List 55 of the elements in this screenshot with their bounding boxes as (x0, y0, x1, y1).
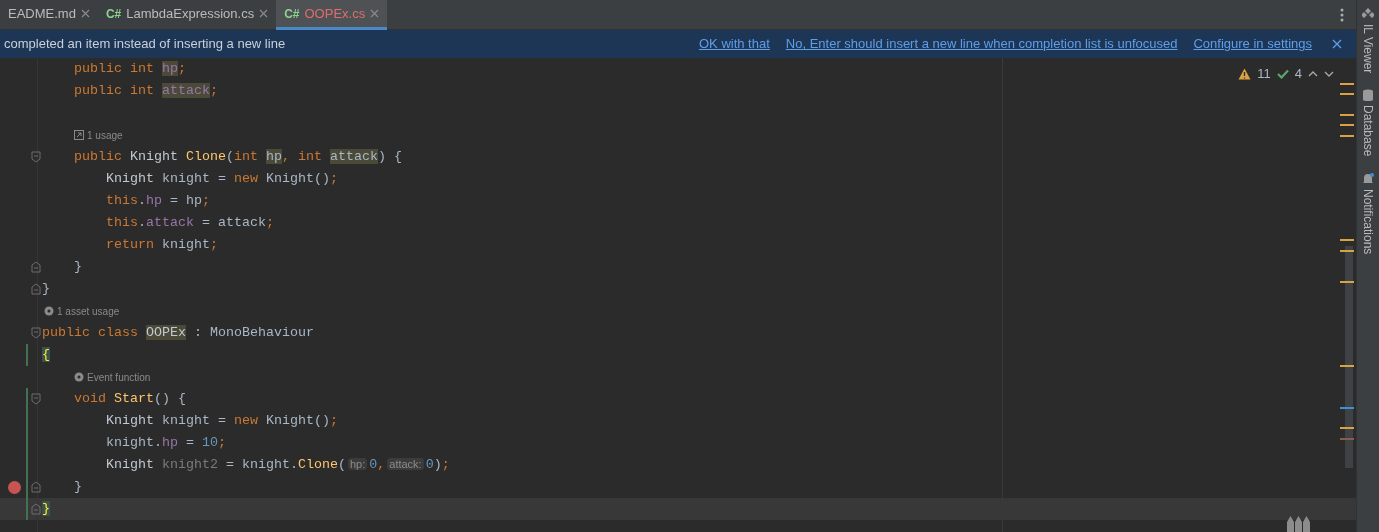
bell-icon (1362, 172, 1374, 185)
code-line: this.hp = hp; (105, 192, 210, 210)
close-icon[interactable] (259, 9, 269, 18)
code-line: Knight knight = new Knight(); (105, 412, 338, 430)
close-icon[interactable] (1332, 39, 1342, 49)
pencils-icon[interactable] (1286, 516, 1312, 532)
tool-window-button[interactable]: Notifications (1359, 172, 1377, 255)
banner-link[interactable]: Configure in settings (1193, 34, 1312, 54)
code-line: } (42, 280, 50, 298)
diamonds-icon (1362, 8, 1374, 20)
banner-message: completed an item instead of inserting a new line (3, 35, 286, 54)
code-line: this.attack = attack; (105, 214, 274, 232)
code-line: knight.hp = 10; (105, 434, 226, 452)
csharp-file-icon: C# (284, 4, 300, 23)
chevron-down-icon[interactable] (1324, 70, 1334, 77)
editor-tab[interactable]: C# LambdaExpression.cs (97, 0, 277, 30)
unity-icon (44, 306, 54, 316)
check-icon[interactable] (1276, 68, 1289, 79)
editor-tab[interactable]: C# OOPEx.cs (276, 0, 388, 30)
fold-icon[interactable] (31, 261, 41, 273)
code-line: Knight knight = new Knight(); (105, 170, 338, 188)
banner-link[interactable]: OK with that (699, 34, 770, 54)
code-line: } (73, 258, 82, 276)
chevron-up-icon[interactable] (1308, 70, 1318, 77)
fold-icon[interactable] (31, 503, 41, 515)
code-line: public int hp; (73, 60, 186, 78)
close-icon[interactable] (80, 9, 90, 18)
code-vision-hint[interactable]: Event function (87, 369, 151, 385)
fold-icon[interactable] (31, 151, 41, 163)
fold-icon[interactable] (31, 327, 41, 339)
banner-link[interactable]: No, Enter should insert a new line when completion list is unfocused (785, 34, 1178, 54)
fold-icon[interactable] (31, 283, 41, 295)
warning-count[interactable]: 11 (1257, 64, 1271, 84)
breakpoint-icon[interactable] (8, 481, 21, 494)
usages-icon[interactable] (74, 130, 84, 140)
code-line: public Knight Clone(int hp, int attack) { (73, 148, 402, 166)
code-line: Knight knight2 = knight.Clone( hp: 0, attack: 0); (105, 456, 450, 474)
passed-count[interactable]: 4 (1294, 64, 1302, 84)
code-line: } (73, 478, 82, 496)
tool-window-button[interactable]: IL Viewer (1359, 8, 1377, 74)
tool-window-button[interactable]: Database (1359, 89, 1377, 157)
code-line: void Start() { (73, 390, 186, 408)
code-vision-hint[interactable]: 1 usage (87, 127, 123, 143)
warning-icon[interactable] (1238, 67, 1252, 80)
fold-icon[interactable] (31, 481, 41, 493)
editor-tab[interactable]: EADME.md (0, 0, 98, 30)
code-line: public class OOPEx : MonoBehaviour (42, 324, 314, 342)
fold-icon[interactable] (31, 393, 41, 405)
code-line: public int attack; (73, 82, 218, 100)
more-icon[interactable] (1340, 8, 1344, 22)
unity-icon (74, 372, 84, 382)
code-vision-hint[interactable]: 1 asset usage (57, 303, 120, 319)
code-line: return knight; (105, 236, 218, 254)
csharp-file-icon: C# (105, 4, 122, 23)
close-icon[interactable] (370, 9, 380, 18)
